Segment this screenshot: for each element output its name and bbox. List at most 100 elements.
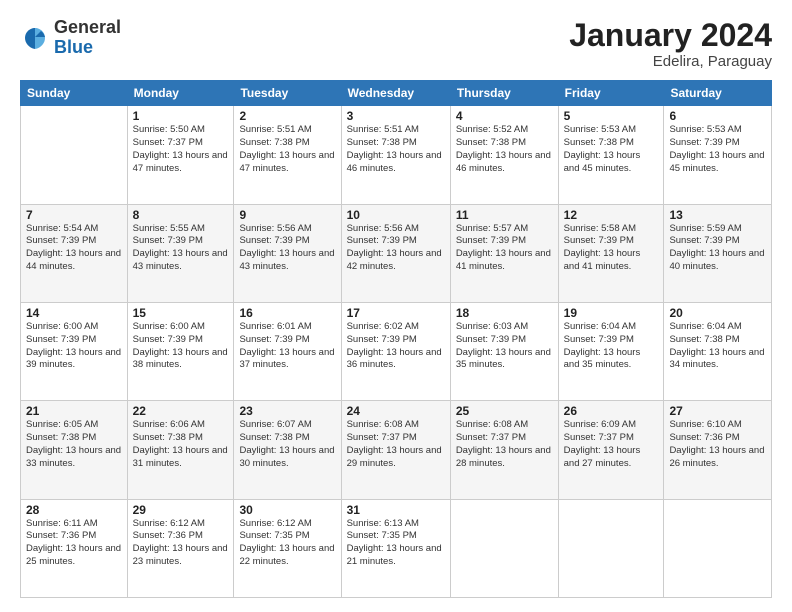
sunrise-text: Sunrise: 5:53 AM: [564, 124, 636, 135]
sunrise-text: Sunrise: 5:51 AM: [347, 124, 419, 135]
day-number: 2: [239, 109, 335, 123]
sunrise-text: Sunrise: 5:56 AM: [239, 223, 311, 234]
day-info: Sunrise: 5:54 AMSunset: 7:39 PMDaylight:…: [26, 223, 122, 274]
day-info: Sunrise: 6:05 AM Sunset: 7:38 PM Daylight:…: [26, 419, 122, 470]
sunrise-text: Sunrise: 6:05 AM: [26, 419, 98, 430]
table-row: 7Sunrise: 5:54 AMSunset: 7:39 PMDaylight…: [21, 204, 128, 302]
sunrise-text: Sunrise: 6:13 AM: [347, 518, 419, 529]
table-row: 12Sunrise: 5:58 AMSunset: 7:39 PMDayligh…: [558, 204, 664, 302]
day-number: 15: [133, 306, 229, 320]
day-number: 4: [456, 109, 553, 123]
logo-text: General Blue: [54, 18, 121, 58]
day-info: Sunrise: 6:00 AMSunset: 7:39 PMDaylight:…: [133, 321, 229, 372]
day-number: 1: [133, 109, 229, 123]
table-row: [21, 106, 128, 204]
sunset-text: Sunset: 7:38 PM: [26, 432, 96, 443]
sunrise-text: Sunrise: 6:07 AM: [239, 419, 311, 430]
sunset-text: Sunset: 7:39 PM: [347, 334, 417, 345]
daylight-text: Daylight: 13 hours and 30 minutes.: [239, 445, 334, 469]
table-row: 17Sunrise: 6:02 AMSunset: 7:39 PMDayligh…: [341, 302, 450, 400]
month-title: January 2024: [569, 18, 772, 53]
calendar-week-row: 21Sunrise: 6:05 AM Sunset: 7:38 PM Dayligh…: [21, 401, 772, 499]
day-number: 29: [133, 503, 229, 517]
day-number: 22: [133, 404, 229, 418]
daylight-text: Daylight: 13 hours and 23 minutes.: [133, 543, 228, 567]
day-number: 26: [564, 404, 659, 418]
sunset-text: Sunset: 7:36 PM: [669, 432, 739, 443]
daylight-text: Daylight: 13 hours and 37 minutes.: [239, 347, 334, 371]
daylight-text: Daylight: 13 hours and 41 minutes.: [456, 248, 551, 272]
sunset-text: Sunset: 7:35 PM: [239, 530, 309, 541]
day-info: Sunrise: 6:04 AMSunset: 7:39 PMDaylight:…: [564, 321, 659, 372]
daylight-text: Daylight: 13 hours and 26 minutes.: [669, 445, 764, 469]
day-number: 21: [26, 404, 122, 418]
day-info: Sunrise: 5:52 AMSunset: 7:38 PMDaylight:…: [456, 124, 553, 175]
daylight-text: Daylight: 13 hours and 46 minutes.: [456, 150, 551, 174]
day-info: Sunrise: 5:56 AMSunset: 7:39 PMDaylight:…: [347, 223, 445, 274]
table-row: 8Sunrise: 5:55 AMSunset: 7:39 PMDaylight…: [127, 204, 234, 302]
daylight-text: Daylight: 13 hours and 34 minutes.: [669, 347, 764, 371]
calendar-week-row: 1Sunrise: 5:50 AMSunset: 7:37 PMDaylight…: [21, 106, 772, 204]
day-number: 8: [133, 208, 229, 222]
table-row: 11Sunrise: 5:57 AMSunset: 7:39 PMDayligh…: [450, 204, 558, 302]
day-info: Sunrise: 5:58 AMSunset: 7:39 PMDaylight:…: [564, 223, 659, 274]
sunset-text: Sunset: 7:39 PM: [456, 235, 526, 246]
day-number: 3: [347, 109, 445, 123]
calendar-week-row: 28Sunrise: 6:11 AMSunset: 7:36 PMDayligh…: [21, 499, 772, 597]
table-row: 29Sunrise: 6:12 AMSunset: 7:36 PMDayligh…: [127, 499, 234, 597]
sunset-text: Sunset: 7:36 PM: [133, 530, 203, 541]
table-row: 24Sunrise: 6:08 AMSunset: 7:37 PMDayligh…: [341, 401, 450, 499]
sunset-text: Sunset: 7:37 PM: [456, 432, 526, 443]
sunrise-text: Sunrise: 6:12 AM: [239, 518, 311, 529]
sunset-text: Sunset: 7:35 PM: [347, 530, 417, 541]
logo-icon: [20, 23, 50, 53]
daylight-text: Daylight: 13 hours and 33 minutes.: [26, 445, 121, 469]
daylight-text: Daylight: 13 hours and 43 minutes.: [239, 248, 334, 272]
sunset-text: Sunset: 7:37 PM: [564, 432, 634, 443]
table-row: 15Sunrise: 6:00 AMSunset: 7:39 PMDayligh…: [127, 302, 234, 400]
daylight-text: Daylight: 13 hours and 47 minutes.: [239, 150, 334, 174]
title-block: January 2024 Edelira, Paraguay: [569, 18, 772, 70]
sunrise-text: Sunrise: 6:04 AM: [669, 321, 741, 332]
sunset-text: Sunset: 7:38 PM: [239, 137, 309, 148]
sunrise-text: Sunrise: 6:02 AM: [347, 321, 419, 332]
sunset-text: Sunset: 7:39 PM: [564, 235, 634, 246]
daylight-text: Daylight: 13 hours and 40 minutes.: [669, 248, 764, 272]
sunset-text: Sunset: 7:39 PM: [239, 334, 309, 345]
calendar-week-row: 7Sunrise: 5:54 AMSunset: 7:39 PMDaylight…: [21, 204, 772, 302]
header-wednesday: Wednesday: [341, 81, 450, 106]
sunrise-text: Sunrise: 6:08 AM: [456, 419, 528, 430]
sunrise-text: Sunrise: 5:55 AM: [133, 223, 205, 234]
daylight-text: Daylight: 13 hours and 35 minutes.: [456, 347, 551, 371]
day-number: 20: [669, 306, 766, 320]
daylight-text: Daylight: 13 hours and 44 minutes.: [26, 248, 121, 272]
table-row: 23Sunrise: 6:07 AMSunset: 7:38 PMDayligh…: [234, 401, 341, 499]
table-row: 18Sunrise: 6:03 AMSunset: 7:39 PMDayligh…: [450, 302, 558, 400]
day-info: Sunrise: 5:51 AMSunset: 7:38 PMDaylight:…: [347, 124, 445, 175]
day-info: Sunrise: 6:02 AMSunset: 7:39 PMDaylight:…: [347, 321, 445, 372]
sunrise-text: Sunrise: 5:56 AM: [347, 223, 419, 234]
day-number: 12: [564, 208, 659, 222]
day-number: 27: [669, 404, 766, 418]
table-row: 10Sunrise: 5:56 AMSunset: 7:39 PMDayligh…: [341, 204, 450, 302]
sunrise-text: Sunrise: 6:08 AM: [347, 419, 419, 430]
day-number: 18: [456, 306, 553, 320]
sunset-text: Sunset: 7:37 PM: [347, 432, 417, 443]
sunrise-text: Sunrise: 6:11 AM: [26, 518, 98, 529]
day-number: 30: [239, 503, 335, 517]
day-number: 9: [239, 208, 335, 222]
daylight-text: Daylight: 13 hours and 27 minutes.: [564, 445, 641, 469]
sunrise-text: Sunrise: 6:03 AM: [456, 321, 528, 332]
table-row: 31Sunrise: 6:13 AMSunset: 7:35 PMDayligh…: [341, 499, 450, 597]
sunrise-text: Sunrise: 6:10 AM: [669, 419, 741, 430]
table-row: 19Sunrise: 6:04 AMSunset: 7:39 PMDayligh…: [558, 302, 664, 400]
day-info: Sunrise: 5:56 AMSunset: 7:39 PMDaylight:…: [239, 223, 335, 274]
day-info: Sunrise: 6:12 AMSunset: 7:36 PMDaylight:…: [133, 518, 229, 569]
sunrise-text: Sunrise: 6:09 AM: [564, 419, 636, 430]
day-info: Sunrise: 6:13 AMSunset: 7:35 PMDaylight:…: [347, 518, 445, 569]
day-info: Sunrise: 5:55 AMSunset: 7:39 PMDaylight:…: [133, 223, 229, 274]
sunset-text: Sunset: 7:37 PM: [133, 137, 203, 148]
table-row: 2Sunrise: 5:51 AMSunset: 7:38 PMDaylight…: [234, 106, 341, 204]
day-number: 13: [669, 208, 766, 222]
logo-general-text: General: [54, 18, 121, 38]
